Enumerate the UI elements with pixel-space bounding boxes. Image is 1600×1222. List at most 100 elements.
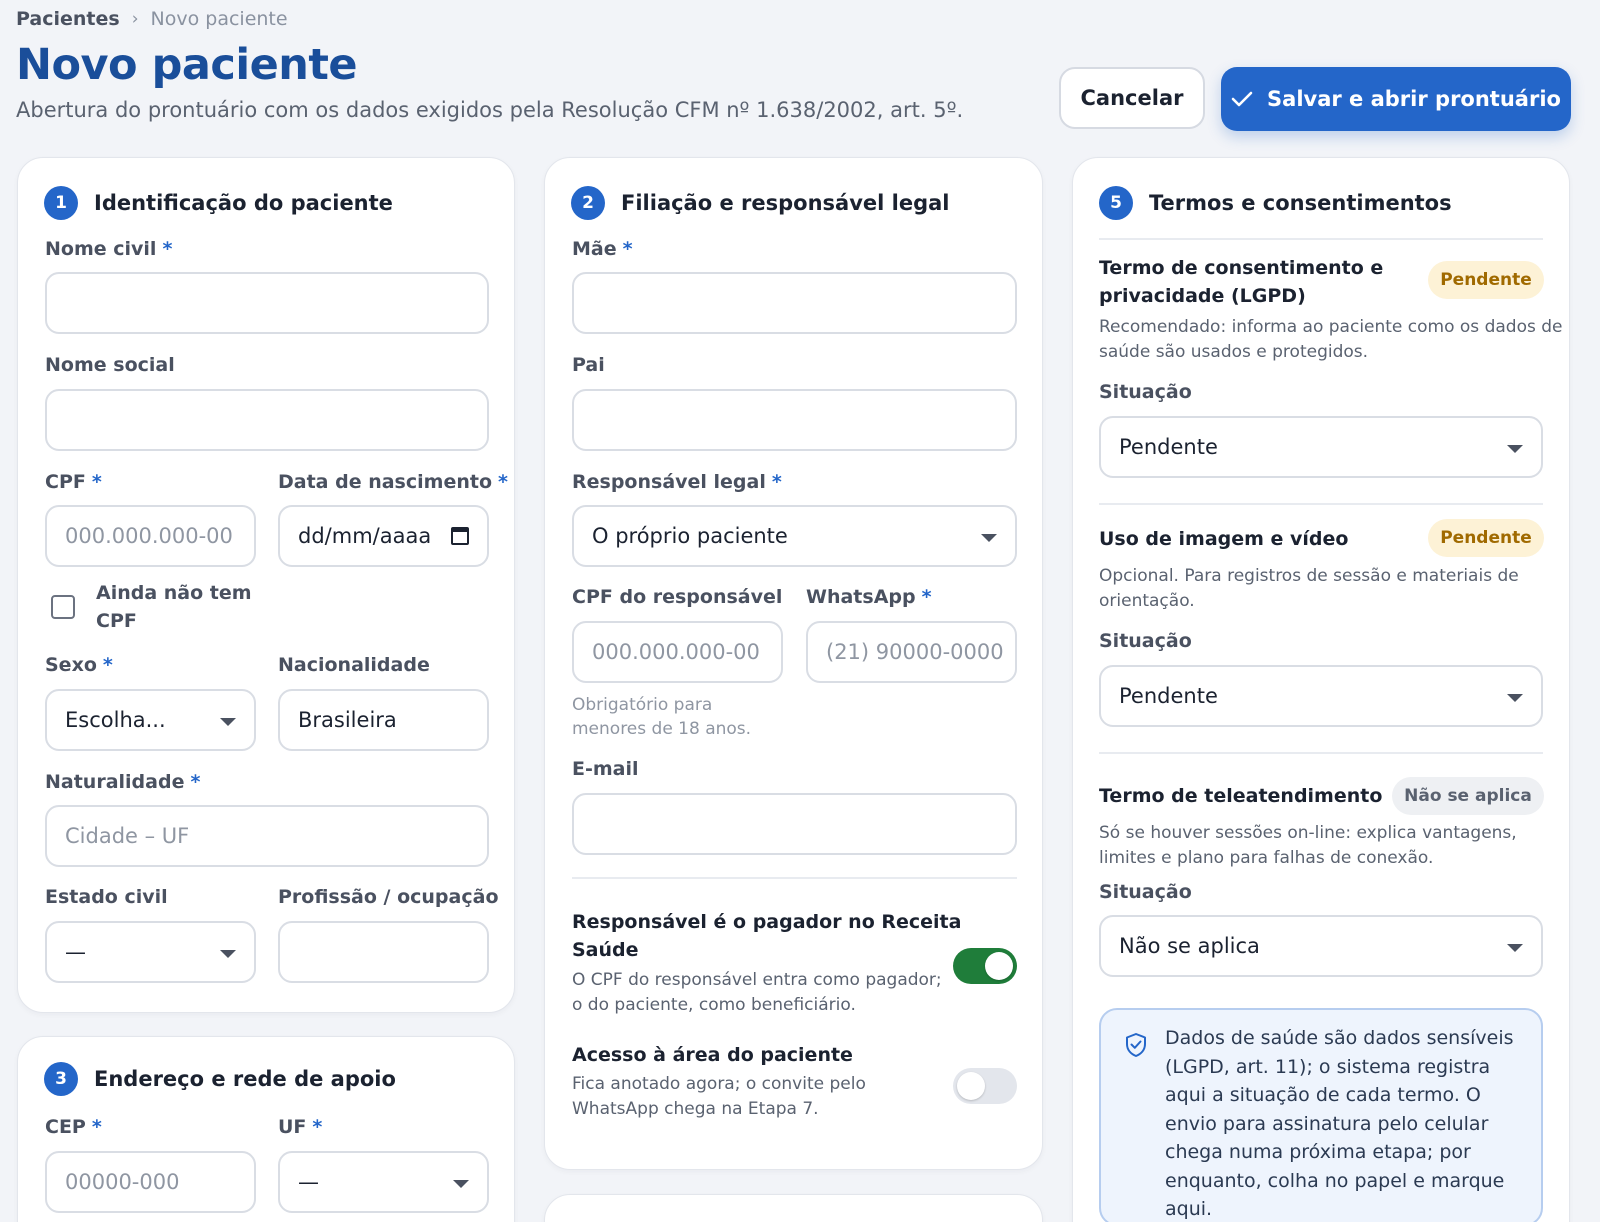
cep-label: CEP * [45,1116,102,1138]
no-cpf-checkbox[interactable] [51,595,75,619]
responsavel-legal-label: Responsável legal * [572,471,782,493]
nome-social-input[interactable] [45,389,489,451]
breadcrumb-pacientes-link[interactable]: Pacientes [16,8,120,30]
naturalidade-input[interactable]: Cidade – UF [45,805,489,867]
consent-terms-card-header: 5 Termos e consentimentos [1099,186,1452,220]
image-use-situation-select[interactable]: Pendente [1099,665,1543,727]
telehealth-situation-label: Situação [1099,881,1192,903]
no-cpf-label[interactable]: Ainda não tem CPF [96,579,252,635]
cpf-responsavel-help: Obrigatório para menores de 18 anos. [572,695,752,739]
chevron-down-icon [1507,944,1523,952]
chevron-down-icon [1507,445,1523,453]
card-title: Termos e consentimentos [1149,191,1452,215]
birth-date-placeholder: dd/mm/aaaa [298,524,432,548]
cpf-responsavel-label: CPF do responsável [572,586,783,608]
chevron-down-icon [220,950,236,958]
step-number: 1 [44,186,78,220]
email-label: E-mail [572,758,639,780]
lgpd-term-title: Termo de consentimento e privacidade (LG… [1099,257,1384,307]
image-use-situation-value: Pendente [1119,684,1218,708]
pai-input[interactable] [572,389,1017,451]
breadcrumb: Pacientes › Novo paciente [16,8,288,30]
cep-input[interactable]: 00000-000 [45,1151,256,1213]
whatsapp-input[interactable]: (21) 90000-0000 [806,621,1017,683]
birth-date-input[interactable]: dd/mm/aaaa [278,505,489,567]
nacionalidade-input[interactable]: Brasileira [278,689,489,751]
step-number: 3 [44,1062,78,1096]
calendar-icon[interactable] [451,527,469,545]
check-icon [1231,91,1253,107]
nome-civil-input[interactable] [45,272,489,334]
sexo-select[interactable]: Escolha... [45,689,256,751]
breadcrumb-current: Novo paciente [150,8,288,30]
card-title: Filiação e responsável legal [621,191,950,215]
chevron-down-icon [453,1180,469,1188]
lgpd-situation-value: Pendente [1119,435,1218,459]
sexo-selected-value: Escolha... [65,708,166,732]
lgpd-situation-select[interactable]: Pendente [1099,416,1543,478]
patient-area-access-description: Fica anotado agora; o convite pelo Whats… [572,1074,866,1119]
birth-date-label: Data de nascimento * [278,471,508,493]
payer-toggle[interactable] [953,948,1017,984]
card-title: Endereço e rede de apoio [94,1067,396,1091]
toggle-knob [985,952,1013,980]
nome-social-label: Nome social [45,354,175,376]
address-card-header: 3 Endereço e rede de apoio [44,1062,396,1096]
image-use-term-title: Uso de imagem e vídeo [1099,528,1349,550]
uf-label: UF * [278,1116,323,1138]
whatsapp-label: WhatsApp * [806,586,932,608]
estado-civil-selected-value: — [65,940,86,964]
estado-civil-select[interactable]: — [45,921,256,983]
consent-terms-card: 5 Termos e consentimentos Termo de conse… [1072,157,1570,1222]
nome-civil-label: Nome civil * [45,238,173,260]
save-button-label: Salvar e abrir prontuário [1267,87,1561,111]
save-and-open-record-button[interactable]: Salvar e abrir prontuário [1221,67,1571,131]
cpf-placeholder: 000.000.000-00 [65,524,233,548]
page-title: Novo paciente [16,40,358,90]
pai-label: Pai [572,354,605,376]
filiation-card: 2 Filiação e responsável legal Mãe * Pai … [544,157,1043,1170]
telehealth-situation-value: Não se aplica [1119,934,1260,958]
telehealth-term-description: Só se houver sessões on-line: explica va… [1099,823,1517,868]
divider [1099,752,1543,754]
uf-selected-value: — [298,1170,319,1194]
cpf-responsavel-input[interactable]: 000.000.000-00 [572,621,783,683]
step-number: 5 [1099,186,1133,220]
cep-placeholder: 00000-000 [65,1170,180,1194]
uf-select[interactable]: — [278,1151,489,1213]
shield-check-icon [1126,1033,1146,1057]
telehealth-status-badge: Não se aplica [1392,777,1544,815]
chevron-right-icon: › [131,9,139,29]
lgpd-term-description: Recomendado: informa ao paciente como os… [1099,317,1563,362]
image-use-term-description: Opcional. Para registros de sessão e mat… [1099,566,1519,611]
mae-input[interactable] [572,272,1017,334]
patient-area-access-title: Acesso à área do paciente [572,1044,853,1066]
cpf-input[interactable]: 000.000.000-00 [45,505,256,567]
profissao-input[interactable] [278,921,489,983]
email-input[interactable] [572,793,1017,855]
naturalidade-placeholder: Cidade – UF [65,824,190,848]
responsavel-legal-select[interactable]: O próprio paciente [572,505,1017,567]
mae-label: Mãe * [572,238,633,260]
telehealth-situation-select[interactable]: Não se aplica [1099,915,1543,977]
identification-card-header: 1 Identificação do paciente [44,186,393,220]
step-number: 2 [571,186,605,220]
estado-civil-label: Estado civil [45,886,168,908]
cpf-responsavel-placeholder: 000.000.000-00 [592,640,760,664]
card-title: Identificação do paciente [94,191,393,215]
image-use-status-badge: Pendente [1428,519,1544,557]
divider [572,877,1017,879]
chevron-down-icon [981,534,997,542]
sensitive-data-info-text: Dados de saúde são dados sensíveis (LGPD… [1165,1027,1514,1220]
chevron-down-icon [1507,694,1523,702]
divider [1099,503,1543,505]
lgpd-situation-label: Situação [1099,381,1192,403]
next-section-card [544,1194,1043,1222]
patient-area-access-toggle[interactable] [953,1068,1017,1104]
cancel-button[interactable]: Cancelar [1059,67,1205,129]
lgpd-status-badge: Pendente [1428,261,1544,299]
telehealth-term-title: Termo de teleatendimento [1099,785,1383,807]
whatsapp-placeholder: (21) 90000-0000 [826,640,1004,664]
filiation-card-header: 2 Filiação e responsável legal [571,186,949,220]
identification-card: 1 Identificação do paciente Nome civil * … [17,157,515,1013]
